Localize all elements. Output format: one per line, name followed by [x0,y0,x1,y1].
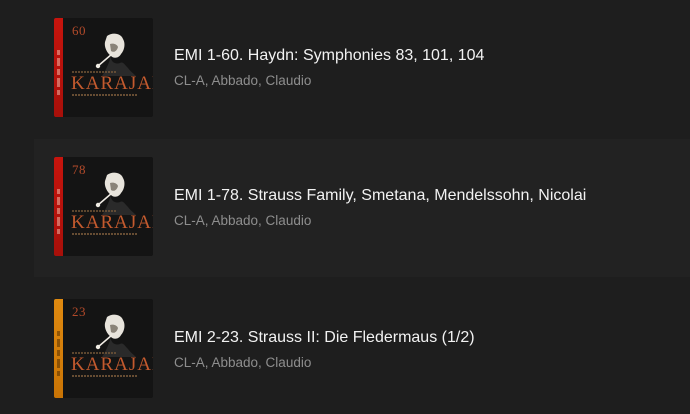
volume-number: 23 [72,304,86,319]
album-cover[interactable]: 60 KARAJAN [54,18,153,117]
cover-spine [54,18,63,117]
brand-subline [72,233,138,235]
album-artists[interactable]: CL-A, Abbado, Claudio [174,213,311,228]
album-cover[interactable]: 78 KARAJAN [54,157,153,256]
album-artists[interactable]: CL-A, Abbado, Claudio [174,73,311,88]
cover-spine [54,299,63,398]
album-title[interactable]: EMI 2-23. Strauss II: Die Fledermaus (1/… [174,329,475,347]
cover-brand: KARAJAN [71,73,153,94]
spine-lettering-icon [57,189,60,234]
cover-brand: KARAJAN [71,212,153,233]
album-cover[interactable]: 23 KARAJAN [54,299,153,398]
spine-lettering-icon [57,331,60,376]
album-row[interactable]: 23 KARAJAN EMI 2-23. Strauss II: Die Fle… [34,279,690,414]
conductor-portrait-icon [95,33,136,76]
spine-lettering-icon [57,50,60,95]
volume-number: 60 [72,23,86,38]
album-row[interactable]: 78 KARAJAN EMI 1-78. Strauss Family, Sme… [34,139,690,277]
album-row[interactable]: 60 KARAJAN EMI 1-60. Haydn: Symphonies 8… [34,0,690,138]
conductor-portrait-icon [95,172,136,215]
album-artists[interactable]: CL-A, Abbado, Claudio [174,355,311,370]
volume-number: 78 [72,162,86,177]
album-list: 60 KARAJAN EMI 1-60. Haydn: Symphonies 8… [0,0,690,414]
conductor-portrait-icon [95,314,136,357]
brand-subline [72,94,138,96]
album-title[interactable]: EMI 1-60. Haydn: Symphonies 83, 101, 104 [174,47,484,65]
brand-subline [72,375,138,377]
cover-brand: KARAJAN [71,354,153,375]
album-title[interactable]: EMI 1-78. Strauss Family, Smetana, Mende… [174,187,586,205]
cover-spine [54,157,63,256]
